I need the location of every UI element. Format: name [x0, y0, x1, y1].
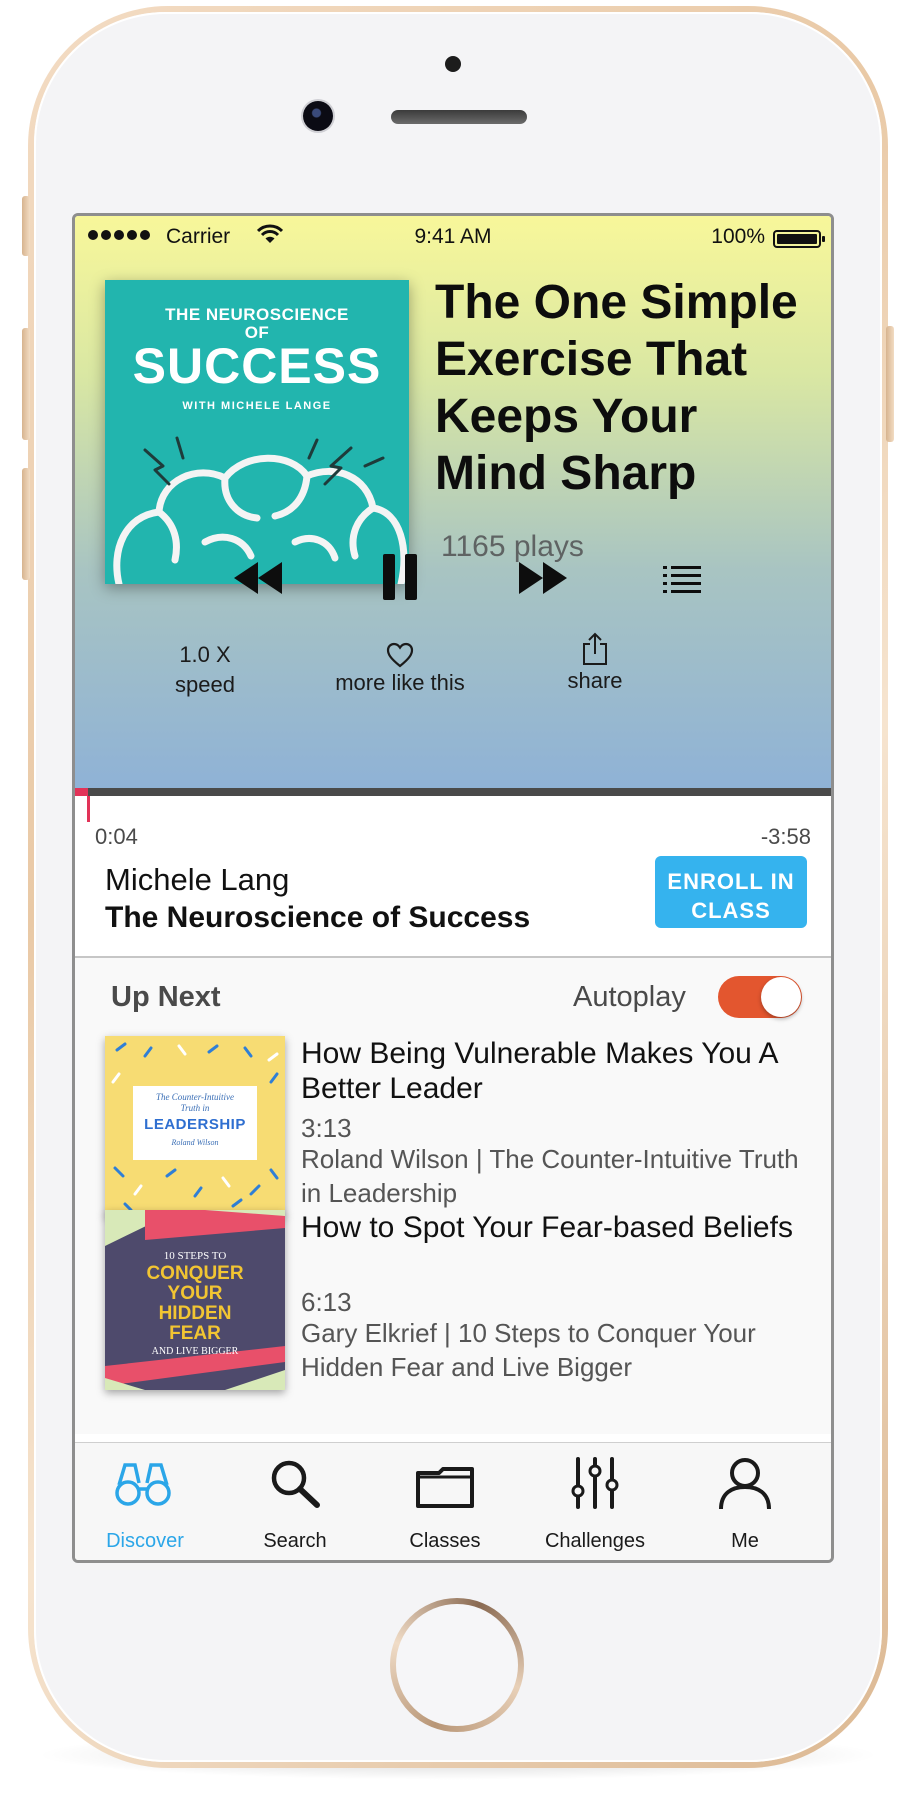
up-next-title: How Being Vulnerable Makes You A Better … [301, 1037, 777, 1105]
cover-byline: WITH MICHELE LANGE [182, 400, 332, 412]
progress-bar[interactable] [75, 788, 831, 796]
speed-label: speed [175, 672, 235, 697]
fear-cover-title: CONQUER YOUR HIDDEN FEAR [146, 1263, 244, 1344]
tab-search-label: Search [263, 1530, 327, 1552]
mute-switch [22, 196, 30, 256]
fast-forward-button[interactable] [517, 560, 569, 596]
power-button [886, 326, 894, 442]
sliders-icon [571, 1457, 619, 1509]
leadership-cover-kicker: The Counter-Intuitive Truth in [155, 1092, 235, 1113]
episode-cover-art: THE NEUROSCIENCE OF SUCCESS WITH MICHELE… [105, 280, 409, 584]
battery-percent: 100% [711, 225, 765, 248]
share-label: share [567, 668, 623, 693]
tab-classes[interactable]: Classes [375, 1443, 515, 1560]
search-icon [271, 1460, 320, 1508]
leadership-cover-author: Roland Wilson [171, 1138, 219, 1147]
more-like-this-label: more like this [335, 670, 465, 695]
pause-button[interactable] [381, 552, 419, 602]
author-name: Michele Lang [105, 862, 290, 897]
autoplay-toggle[interactable] [718, 976, 802, 1018]
volume-down-button [22, 468, 30, 580]
progress-fill [75, 788, 88, 796]
toggle-knob [761, 977, 801, 1017]
front-camera [303, 101, 333, 131]
share-button[interactable]: share [545, 632, 645, 696]
folder-icon [416, 1467, 474, 1508]
course-title: The Neuroscience of Success [105, 901, 531, 934]
app-screen: Carrier 9:41 AM 100% THE NEUROSCIENCE OF… [72, 213, 834, 1563]
up-next-subtitle: Roland Wilson | The Counter-Intuitive Tr… [301, 1144, 799, 1208]
cover-title: SUCCESS [132, 338, 382, 394]
remaining-time: -3:58 [760, 824, 811, 849]
up-next-duration: 3:13 [301, 1113, 352, 1143]
leadership-cover-art: The Counter-Intuitive Truth in LEADERSHIP… [105, 1036, 285, 1216]
queue-list-button[interactable] [663, 565, 701, 593]
tab-bar: Discover Search Classes Challenges Me [75, 1442, 831, 1560]
up-next-item[interactable]: 10 STEPS TO CONQUER YOUR HIDDEN FEAR AND… [105, 1210, 805, 1390]
share-icon [583, 632, 607, 665]
person-icon [719, 1458, 771, 1509]
tab-discover[interactable]: Discover [75, 1443, 215, 1560]
tab-challenges-label: Challenges [544, 1530, 646, 1552]
hidden-fear-cover-art: 10 STEPS TO CONQUER YOUR HIDDEN FEAR AND… [105, 1210, 285, 1390]
battery-icon [773, 230, 825, 248]
status-bar: Carrier 9:41 AM 100% [75, 216, 831, 260]
elapsed-time: 0:04 [95, 824, 138, 849]
fear-cover-kicker: 10 STEPS TO [163, 1250, 227, 1262]
up-next-item[interactable]: The Counter-Intuitive Truth in LEADERSHIP… [105, 1036, 805, 1216]
tab-challenges[interactable]: Challenges [525, 1443, 665, 1560]
up-next-subtitle: Gary Elkrief | 10 Steps to Conquer Your … [301, 1318, 756, 1382]
tab-me-label: Me [731, 1530, 759, 1552]
leadership-cover-title: LEADERSHIP [144, 1116, 246, 1133]
tab-classes-label: Classes [409, 1530, 481, 1552]
home-button[interactable] [390, 1598, 524, 1732]
speed-value: 1.0 X [179, 642, 231, 667]
playhead[interactable] [87, 796, 90, 822]
fear-cover-subline: AND LIVE BIGGER [151, 1346, 239, 1357]
volume-up-button [22, 328, 30, 440]
autoplay-label: Autoplay [573, 981, 686, 1013]
rewind-button[interactable] [232, 560, 284, 596]
up-next-title: How to Spot Your Fear-based Beliefs [301, 1211, 793, 1244]
now-playing-panel: Carrier 9:41 AM 100% THE NEUROSCIENCE OF… [75, 216, 831, 788]
play-count: 1165 plays [441, 530, 584, 563]
up-next-duration: 6:13 [301, 1287, 352, 1317]
heart-icon [386, 642, 414, 668]
proximity-sensor [445, 56, 461, 72]
episode-title: The One Simple Exercise That Keeps Your … [435, 276, 798, 500]
speed-button[interactable]: 1.0 X speed [145, 640, 265, 700]
tab-search[interactable]: Search [225, 1443, 365, 1560]
tab-me[interactable]: Me [675, 1443, 815, 1560]
earpiece-speaker [391, 110, 527, 124]
up-next-heading: Up Next [111, 981, 221, 1013]
device-mockup: Carrier 9:41 AM 100% THE NEUROSCIENCE OF… [0, 0, 916, 1808]
enroll-in-class-button[interactable]: ENROLL IN CLASS [655, 856, 807, 928]
more-like-this-button[interactable]: more like this [315, 640, 485, 698]
tab-discover-label: Discover [106, 1530, 184, 1552]
binoculars-icon [115, 1463, 171, 1506]
